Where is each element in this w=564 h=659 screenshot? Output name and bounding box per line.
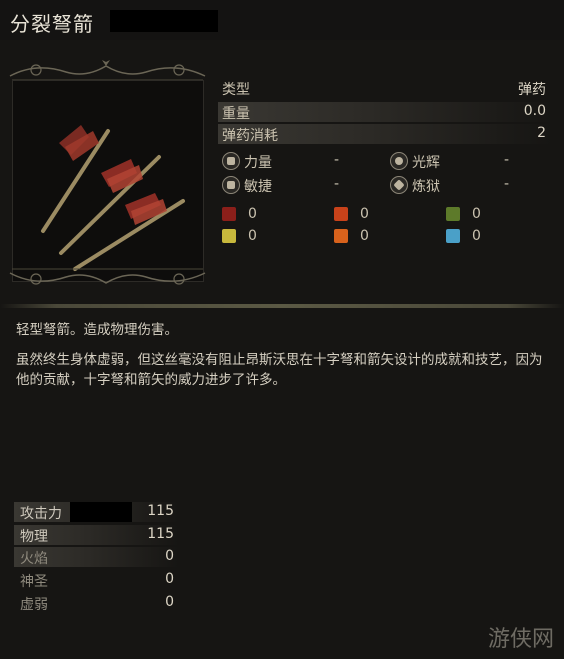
section-divider — [0, 304, 564, 308]
property-label: 弹药消耗 — [222, 128, 278, 144]
title-bar: 分裂弩箭 — [0, 0, 564, 40]
property-value: 0.0 — [523, 103, 546, 119]
property-ammo-cost: 弹药消耗 2 — [218, 124, 552, 144]
cut-value: 0 — [248, 206, 257, 222]
poison-cut-icon — [446, 207, 460, 221]
item-title: 分裂弩箭 — [10, 12, 94, 36]
property-weight: 重量 0.0 — [218, 102, 552, 122]
attack-label: 火焰 — [20, 551, 48, 567]
description-lore: 虽然终生身体虚弱，但这丝毫没有阻止昂斯沃思在十字弩和箭矢设计的成就和技艺，因为他… — [16, 352, 543, 388]
req-inferno-value: - — [504, 176, 510, 192]
req-dexterity-value: - — [334, 176, 340, 192]
attack-row-weak: 虚弱 0 — [14, 593, 178, 613]
attack-row-physical: 物理 115 — [14, 525, 178, 545]
req-strength-value: - — [334, 152, 340, 168]
attack-value: 0 — [165, 571, 174, 587]
attack-label: 物理 — [20, 529, 48, 545]
attack-value: 115 — [147, 526, 174, 542]
strength-icon — [222, 152, 240, 170]
attack-row-holy: 神圣 0 — [14, 570, 178, 590]
item-image-panel — [6, 58, 209, 291]
attack-value: 115 — [147, 503, 174, 519]
property-label: 类型 — [222, 82, 250, 98]
fire-cut-icon — [334, 207, 348, 221]
frost-cut-icon — [446, 229, 460, 243]
cut-value: 0 — [360, 228, 369, 244]
split-bolt-icon — [41, 125, 185, 271]
redaction-mask — [110, 10, 218, 32]
blood-cut-icon — [222, 207, 236, 221]
property-label: 重量 — [222, 106, 250, 122]
cut-value: 0 — [472, 228, 481, 244]
description-line: 轻型弩箭。造成物理伤害。 — [16, 322, 178, 338]
item-image — [12, 80, 204, 282]
req-dexterity-label: 敏捷 — [244, 179, 272, 195]
attack-label: 虚弱 — [20, 597, 48, 613]
cut-value: 0 — [472, 206, 481, 222]
property-type: 类型 弹药 — [218, 78, 552, 98]
attack-row-fire: 火焰 0 — [14, 547, 178, 567]
dexterity-icon — [222, 176, 240, 194]
property-value: 弹药 — [518, 82, 546, 98]
ornament-bottom — [9, 268, 206, 285]
attack-label: 神圣 — [20, 574, 48, 590]
radiance-icon — [390, 152, 408, 170]
req-strength-label: 力量 — [244, 155, 272, 171]
burn-cut-icon — [334, 229, 348, 243]
req-radiance-label: 光辉 — [412, 155, 440, 171]
holy-cut-icon — [222, 229, 236, 243]
inferno-icon — [390, 176, 408, 194]
cut-value: 0 — [360, 206, 369, 222]
cut-value: 0 — [248, 228, 257, 244]
watermark: 游侠网 — [487, 627, 554, 652]
attack-label: 攻击力 — [20, 506, 62, 522]
attack-value: 0 — [165, 548, 174, 564]
req-inferno-label: 炼狱 — [412, 179, 440, 195]
property-value: 2 — [537, 125, 546, 141]
redaction-mask — [70, 502, 132, 522]
req-radiance-value: - — [504, 152, 510, 168]
item-description: 轻型弩箭。造成物理伤害。 虽然终生身体虚弱，但这丝毫没有阻止昂斯沃思在十字弩和箭… — [16, 320, 544, 400]
attack-value: 0 — [165, 594, 174, 610]
